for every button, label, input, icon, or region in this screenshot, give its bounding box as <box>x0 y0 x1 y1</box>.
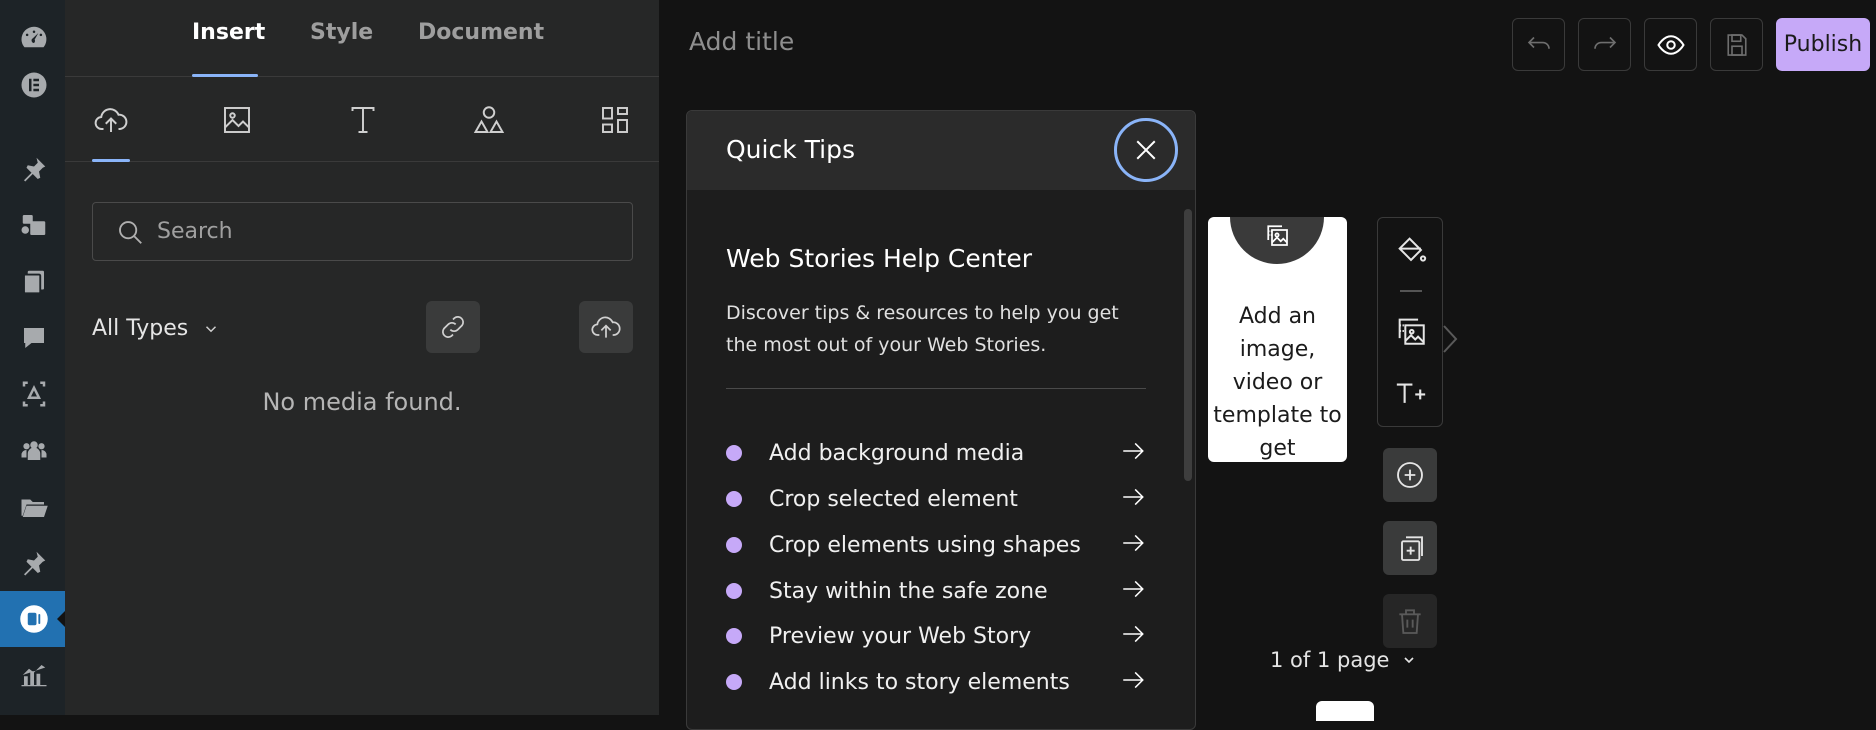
dashboard-icon[interactable] <box>14 18 54 58</box>
bullet-dot <box>726 628 742 644</box>
redo-icon <box>1593 36 1616 49</box>
type-filter[interactable]: All Types <box>92 316 220 341</box>
insert-link-button[interactable] <box>426 301 480 353</box>
type-filter-label: All Types <box>92 316 189 341</box>
quick-tips-title: Quick Tips <box>726 135 855 164</box>
media-icon[interactable] <box>14 205 54 245</box>
stories-editor-icon[interactable] <box>14 599 54 639</box>
tip-label: Add links to story elements <box>769 669 1070 695</box>
tips-scrollbar[interactable] <box>1184 209 1192 481</box>
bullet-dot <box>726 537 742 553</box>
tip-item[interactable]: Crop elements using shapes <box>726 525 1146 565</box>
bullet-dot <box>726 491 742 507</box>
undo-button[interactable] <box>1512 18 1565 71</box>
arrow-right-icon <box>1120 667 1146 697</box>
tip-item[interactable]: Crop selected element <box>726 479 1146 519</box>
chevron-down-icon <box>1404 657 1415 664</box>
tip-item[interactable]: Stay within the safe zone <box>726 571 1146 611</box>
help-center-heading: Web Stories Help Center <box>726 244 1033 273</box>
add-text-icon[interactable] <box>1391 373 1431 413</box>
quick-tips-dialog: Quick Tips Web Stories Help Center Disco… <box>686 110 1196 730</box>
image-icon[interactable] <box>217 100 257 140</box>
media-placeholder-icon <box>1267 225 1288 246</box>
add-media-circle[interactable] <box>1230 217 1324 264</box>
arrow-right-icon <box>1120 621 1146 651</box>
insert-subtabs <box>65 78 659 162</box>
save-draft-button[interactable] <box>1710 18 1763 71</box>
duplicate-page-button[interactable] <box>1383 521 1437 575</box>
paint-bucket-icon[interactable] <box>1391 230 1431 270</box>
cloud-upload-icon <box>591 316 621 338</box>
delete-page-button[interactable] <box>1383 594 1437 648</box>
page-thumbnail[interactable] <box>1316 701 1374 721</box>
active-subtab-indicator <box>92 159 130 162</box>
tip-label: Preview your Web Story <box>769 623 1032 649</box>
arrow-right-icon <box>1120 438 1146 468</box>
upload-icon[interactable] <box>91 100 131 140</box>
media-search <box>92 202 633 261</box>
eye-icon <box>1656 34 1685 55</box>
tip-label: Stay within the safe zone <box>769 578 1048 604</box>
empty-media-message: No media found. <box>262 388 462 416</box>
pin-icon[interactable] <box>14 149 54 189</box>
redo-button[interactable] <box>1578 18 1631 71</box>
tab-style[interactable]: Style <box>310 20 373 45</box>
page-media-icon[interactable] <box>1391 311 1431 351</box>
upload-button[interactable] <box>579 301 633 353</box>
tab-document[interactable]: Document <box>418 20 544 45</box>
library-panel: Insert Style Document All Types <box>65 0 659 715</box>
tip-item[interactable]: Preview your Web Story <box>726 616 1146 656</box>
publish-button[interactable]: Publish <box>1776 18 1870 71</box>
story-title-input[interactable]: Add title <box>689 27 794 56</box>
save-icon <box>1726 33 1747 56</box>
search-icon <box>119 220 142 244</box>
pages-icon[interactable] <box>14 262 54 302</box>
shapes-icon[interactable] <box>469 100 509 140</box>
story-page-canvas[interactable]: Add an image, video or template to get <box>1208 217 1347 462</box>
close-icon <box>1136 140 1156 160</box>
duplicate-icon <box>1401 536 1423 561</box>
templates-icon[interactable] <box>595 100 635 140</box>
quick-tips-header: Quick Tips <box>687 111 1195 190</box>
tip-label: Add background media <box>769 440 1025 466</box>
help-center-description: Discover tips & resources to help you ge… <box>726 302 1119 356</box>
bullet-dot <box>726 445 742 461</box>
chevron-down-icon <box>206 325 217 332</box>
trash-icon <box>1399 609 1421 634</box>
tab-insert[interactable]: Insert <box>192 20 265 45</box>
web-stories-icon[interactable] <box>14 374 54 414</box>
close-tips-button[interactable] <box>1114 118 1178 182</box>
tip-label: Crop selected element <box>769 486 1018 512</box>
arrow-right-icon <box>1120 484 1146 514</box>
page-count-selector[interactable]: 1 of 1 page <box>1270 648 1417 672</box>
arrow-right-icon <box>1120 530 1146 560</box>
analytics-icon[interactable] <box>14 655 54 695</box>
elementor-icon[interactable] <box>14 65 54 105</box>
undo-icon <box>1527 36 1550 49</box>
divider <box>726 388 1146 389</box>
tip-item[interactable]: Add links to story elements <box>726 662 1146 702</box>
tip-item[interactable]: Add background media <box>726 433 1146 473</box>
bullet-dot <box>726 583 742 599</box>
plus-circle-icon <box>1397 462 1423 488</box>
active-tab-indicator <box>192 74 258 77</box>
library-tabs: Insert Style Document <box>65 0 659 77</box>
add-page-button[interactable] <box>1383 448 1437 502</box>
pin-icon-2[interactable] <box>14 543 54 583</box>
folder-icon[interactable] <box>14 487 54 527</box>
tip-label: Crop elements using shapes <box>769 532 1081 558</box>
search-input[interactable] <box>157 219 617 244</box>
toolbar-separator <box>1400 290 1422 292</box>
page-toolbar <box>1377 217 1443 427</box>
comments-icon[interactable] <box>14 318 54 358</box>
empty-page-prompt: Add an image, video or template to get <box>1213 304 1342 461</box>
wp-admin-sidebar <box>0 0 65 715</box>
page-count-label: 1 of 1 page <box>1270 648 1390 672</box>
bullet-dot <box>726 674 742 690</box>
text-icon[interactable] <box>343 100 383 140</box>
users-icon[interactable] <box>14 430 54 470</box>
preview-button[interactable] <box>1644 18 1697 71</box>
arrow-right-icon <box>1120 576 1146 606</box>
link-icon <box>442 316 464 338</box>
